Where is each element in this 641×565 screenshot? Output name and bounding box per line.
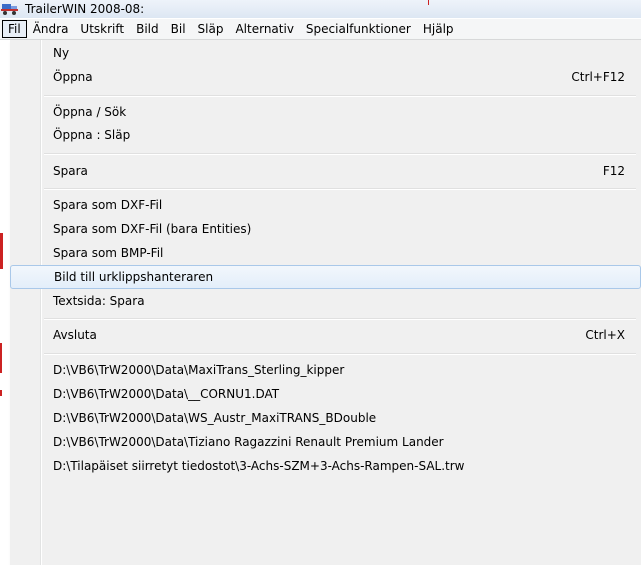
menu-hjalp[interactable]: Hjälp xyxy=(417,20,460,38)
menu-separator xyxy=(44,318,636,320)
menu-item-label: Öppna xyxy=(53,70,93,84)
background-mark xyxy=(428,0,429,5)
menu-separator xyxy=(44,153,636,155)
menu-item-label: Ny xyxy=(53,46,70,60)
menu-item-bild-till-urklipp[interactable]: Bild till urklippshanteraren xyxy=(10,265,641,289)
menu-item-label: Bild till urklippshanteraren xyxy=(54,270,214,284)
menu-slap[interactable]: Släp xyxy=(192,20,230,38)
recent-file-3[interactable]: D:\VB6\TrW2000\Data\WS_Austr_MaxiTRANS_B… xyxy=(12,407,639,429)
file-menu-dropdown: Ny Öppna Ctrl+F12 Öppna / Sök Öppna : Sl… xyxy=(10,40,641,565)
recent-file-label: D:\VB6\TrW2000\Data\WS_Austr_MaxiTRANS_B… xyxy=(53,411,377,425)
menu-item-shortcut: Ctrl+F12 xyxy=(571,70,625,84)
menu-item-label: Öppna / Sök xyxy=(53,105,127,119)
menu-item-label: Spara som DXF-Fil (bara Entities) xyxy=(53,222,252,236)
background-mark xyxy=(0,390,2,396)
menu-fil[interactable]: Fil xyxy=(2,20,27,38)
recent-file-label: D:\VB6\TrW2000\Data\MaxiTrans_Sterling_k… xyxy=(53,363,345,377)
menu-item-spara-dxf-entities[interactable]: Spara som DXF-Fil (bara Entities) xyxy=(12,218,639,240)
trailer-app-icon xyxy=(1,4,18,15)
menu-item-ny[interactable]: Ny xyxy=(12,42,639,64)
menu-item-label: Avsluta xyxy=(53,328,97,342)
background-mark xyxy=(0,233,3,269)
recent-file-1[interactable]: D:\VB6\TrW2000\Data\MaxiTrans_Sterling_k… xyxy=(12,359,639,381)
recent-file-2[interactable]: D:\VB6\TrW2000\Data\__CORNU1.DAT xyxy=(12,383,639,405)
menu-item-label: Öppna : Släp xyxy=(53,128,131,142)
background-mark xyxy=(0,343,2,373)
menu-item-oppna[interactable]: Öppna Ctrl+F12 xyxy=(12,66,639,88)
menu-bil[interactable]: Bil xyxy=(165,20,192,38)
menu-item-label: Spara som BMP-Fil xyxy=(53,246,164,260)
menu-item-shortcut: F12 xyxy=(602,164,625,178)
menu-item-oppna-slap[interactable]: Öppna : Släp xyxy=(12,124,639,146)
menu-andra[interactable]: Ändra xyxy=(27,20,75,38)
menu-utskrift[interactable]: Utskrift xyxy=(74,20,130,38)
menu-item-shortcut: Ctrl+X xyxy=(585,328,625,342)
recent-file-5[interactable]: D:\Tilapäiset siirretyt tiedostot\3-Achs… xyxy=(12,455,639,477)
menu-item-textsida-spara[interactable]: Textsida: Spara xyxy=(12,290,639,312)
menu-item-avsluta[interactable]: Avsluta Ctrl+X xyxy=(12,324,639,346)
menu-separator xyxy=(44,353,636,355)
menu-bar: Fil Ändra Utskrift Bild Bil Släp Alterna… xyxy=(0,19,641,40)
title-bar: TrailerWIN 2008-08: xyxy=(0,0,641,18)
menu-item-label: Spara som DXF-Fil xyxy=(53,198,163,212)
menu-item-spara[interactable]: Spara F12 xyxy=(12,160,639,182)
recent-file-label: D:\VB6\TrW2000\Data\Tiziano Ragazzini Re… xyxy=(53,435,444,449)
menu-item-spara-bmp[interactable]: Spara som BMP-Fil xyxy=(12,242,639,264)
menu-bild[interactable]: Bild xyxy=(130,20,165,38)
menu-item-label: Textsida: Spara xyxy=(53,294,145,308)
menu-item-spara-dxf[interactable]: Spara som DXF-Fil xyxy=(12,194,639,216)
recent-file-label: D:\VB6\TrW2000\Data\__CORNU1.DAT xyxy=(53,387,280,401)
window-title: TrailerWIN 2008-08: xyxy=(25,2,145,16)
menu-separator xyxy=(44,95,636,97)
menu-item-label: Spara xyxy=(53,164,88,178)
recent-file-label: D:\Tilapäiset siirretyt tiedostot\3-Achs… xyxy=(53,459,465,473)
menu-specialfunktioner[interactable]: Specialfunktioner xyxy=(300,20,417,38)
menu-item-oppna-sok[interactable]: Öppna / Sök xyxy=(12,101,639,123)
menu-separator xyxy=(44,188,636,190)
recent-file-4[interactable]: D:\VB6\TrW2000\Data\Tiziano Ragazzini Re… xyxy=(12,431,639,453)
menu-alternativ[interactable]: Alternativ xyxy=(229,20,299,38)
